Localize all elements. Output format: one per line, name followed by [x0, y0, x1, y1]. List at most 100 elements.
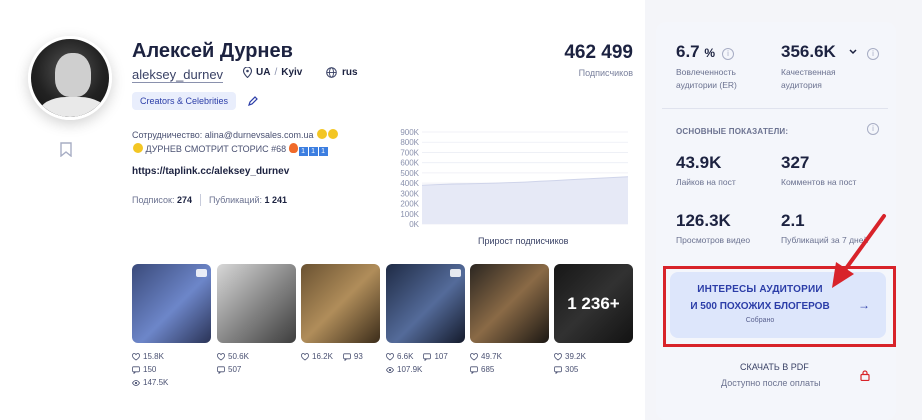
post-comments: 685	[481, 365, 495, 374]
qa-label-line2: аудитория	[781, 80, 822, 90]
post-stats: 50.6K 507	[217, 350, 249, 376]
likes-per-post-label: Лайков на пост	[676, 177, 736, 187]
heart-icon	[470, 352, 478, 360]
comment-icon	[132, 365, 140, 374]
post-thumbnail[interactable]	[132, 264, 211, 343]
post-stats: 39.2K 305	[554, 350, 586, 376]
info-icon[interactable]: i	[722, 48, 734, 60]
posts-per-week-value: 2.1	[781, 211, 805, 230]
post-views: 147.5K	[143, 378, 169, 387]
profile-link[interactable]: https://taplink.cc/aleksey_durnev	[132, 166, 289, 177]
profile-card: Алексей Дурнев aleksey_durnev UA / Kyiv …	[0, 0, 645, 420]
video-views-value: 126.3K	[676, 211, 731, 230]
lemon-emoji-icon	[317, 129, 327, 139]
chart-y-tick-label: 500K	[400, 169, 419, 178]
language: rus	[326, 67, 358, 78]
heart-icon	[132, 352, 140, 360]
likes-per-post-value: 43.9K	[676, 153, 722, 172]
chart-y-tick-label: 400K	[400, 179, 419, 188]
chevron-down-icon[interactable]	[849, 49, 857, 55]
profile-name: Алексей Дурнев	[132, 40, 293, 62]
chart-y-tick-label: 900K	[400, 128, 419, 137]
bookmark-icon[interactable]	[60, 142, 72, 157]
city: Kyiv	[281, 67, 303, 78]
comment-icon	[343, 352, 351, 361]
post-stats: 16.2K 93	[301, 350, 363, 363]
lock-icon	[860, 370, 870, 381]
section-title: ОСНОВНЫЕ ПОКАЗАТЕЛИ:	[676, 127, 789, 136]
comments-per-post-label: Комментов на пост	[781, 177, 857, 187]
pdf-availability-note: Доступно после оплаты	[721, 378, 821, 388]
post-thumbnail[interactable]	[470, 264, 549, 343]
video-icon	[450, 269, 461, 277]
comments-per-post-value: 327	[781, 153, 810, 172]
er-unit: %	[704, 46, 716, 60]
eye-icon	[386, 366, 394, 373]
bio-line-1: Сотрудничество: alina@durnevsales.com.ua	[132, 130, 314, 140]
chart-y-tick-label: 100K	[400, 210, 419, 219]
post-stats: 6.6K 107 107.9K	[386, 350, 448, 376]
er-value: 6.7 %	[676, 42, 715, 62]
post-likes: 50.6K	[228, 352, 249, 361]
category-tag[interactable]: Creators & Celebrities	[132, 92, 237, 110]
profile-handle[interactable]: aleksey_durnev	[132, 67, 224, 83]
subscribers-count: 462 499	[564, 42, 633, 63]
chart-y-tick-label: 200K	[400, 200, 419, 209]
quality-audience-value: 356.6K	[781, 42, 836, 62]
heart-icon	[386, 352, 394, 360]
keycap-1-icon: 1	[298, 147, 308, 156]
post-thumbnail[interactable]	[217, 264, 296, 343]
comment-icon	[423, 352, 432, 361]
arrow-right-icon: →	[858, 298, 870, 312]
eye-icon	[132, 379, 140, 386]
post-comments: 507	[228, 365, 242, 374]
chart-y-tick-label: 300K	[400, 189, 419, 198]
heart-icon	[554, 352, 562, 360]
profile-counts: Подписок: 274 Публикаций: 1 241	[132, 194, 287, 206]
video-views-label: Просмотров видео	[676, 235, 751, 245]
er-label: Вовлеченность аудитории (ER)	[676, 66, 737, 92]
bio-line-2: ДУРНЕВ СМОТРИТ СТОРИС #68	[145, 144, 287, 154]
post-comments: 150	[143, 365, 157, 374]
post-thumbnail[interactable]: 1 236+	[554, 264, 633, 343]
lemon-emoji-icon	[133, 143, 143, 153]
chart-y-tick-label: 700K	[400, 148, 419, 157]
cta-line2: И 500 ПОХОЖИХ БЛОГЕРОВ	[690, 301, 830, 312]
post-thumbnail[interactable]	[386, 264, 465, 343]
post-comments: 107	[434, 352, 448, 361]
lemon-emoji-icon	[328, 129, 338, 139]
chart-title: Прирост подписчиков	[478, 236, 569, 246]
video-icon	[196, 269, 207, 277]
post-thumbnail[interactable]	[301, 264, 380, 343]
pencil-icon[interactable]	[247, 95, 259, 107]
bio: Сотрудничество: alina@durnevsales.com.ua…	[132, 128, 382, 156]
subscriber-growth-chart[interactable]: 900K800K700K 600K500K400K300K 200K100K0K	[392, 128, 632, 228]
heart-icon	[217, 352, 225, 360]
info-icon[interactable]: i	[867, 48, 879, 60]
post-comments: 93	[353, 352, 363, 361]
quality-audience-label: Качественная аудитория	[781, 66, 836, 92]
info-icon[interactable]: i	[867, 123, 879, 135]
chart-y-tick-label: 800K	[400, 138, 419, 147]
red-pointer-arrow-icon	[832, 214, 886, 288]
post-likes: 16.2K	[312, 352, 333, 361]
location-pin-icon	[243, 67, 252, 78]
avatar[interactable]	[28, 36, 112, 120]
more-posts-count[interactable]: 1 236+	[554, 264, 633, 343]
heart-icon	[301, 352, 309, 360]
globe-icon	[326, 67, 337, 78]
posts-count: 1 241	[264, 195, 288, 205]
subscribers-label: Подписчиков	[578, 68, 633, 78]
er-number: 6.7	[676, 42, 700, 61]
post-likes: 15.8K	[143, 352, 164, 361]
qa-number: 356.6K	[781, 42, 836, 61]
location: UA / Kyiv	[243, 67, 302, 78]
comment-icon	[217, 365, 225, 374]
chart-y-tick-label: 0K	[409, 220, 419, 228]
cta-line3: Собрано	[745, 317, 775, 324]
download-pdf-button[interactable]: СКАЧАТЬ В PDF	[740, 362, 809, 372]
chart-y-tick-label: 600K	[400, 159, 419, 168]
following-label: Подписок:	[132, 195, 175, 205]
post-comments: 305	[565, 365, 579, 374]
language-code: rus	[342, 67, 358, 78]
